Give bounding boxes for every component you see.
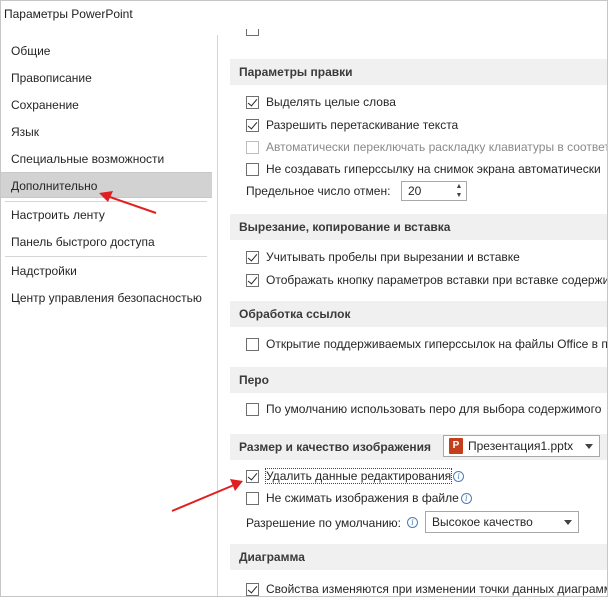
info-icon[interactable]: i (453, 470, 465, 482)
option-open-office-links[interactable]: Открытие поддерживаемых гиперссылок на ф… (246, 334, 608, 354)
section-cut-copy-paste-header: Вырезание, копирование и вставка (230, 214, 607, 240)
option-label: Учитывать пробелы при вырезании и вставк… (266, 250, 520, 264)
undo-limit-value: 20 (408, 184, 422, 198)
spinner-up-icon[interactable]: ▲ (454, 183, 464, 191)
option-select-whole-words[interactable]: Выделять целые слова (246, 92, 396, 112)
chevron-down-icon (585, 444, 593, 449)
option-show-paste-options[interactable]: Отображать кнопку параметров вставки при… (246, 270, 608, 290)
sidebar-item-proofing[interactable]: Правописание (1, 65, 212, 91)
checkbox[interactable] (246, 273, 259, 287)
sidebar-item-quick-access-toolbar[interactable]: Панель быстрого доступа (1, 229, 212, 255)
sidebar-item-advanced[interactable]: Дополнительно (1, 172, 212, 198)
undo-limit-spinner[interactable]: 20 ▲ ▼ (401, 181, 467, 201)
sidebar-item-trust-center[interactable]: Центр управления безопасностью (1, 285, 212, 311)
option-label: Открытие поддерживаемых гиперссылок на ф… (266, 337, 608, 351)
sidebar-item-general[interactable]: Общие (1, 38, 212, 64)
info-icon[interactable]: i (407, 517, 418, 528)
option-label: Автоматически переключать раскладку клав… (266, 140, 608, 154)
option-label: Разрешить перетаскивание текста (266, 118, 459, 132)
checkbox (246, 140, 259, 154)
section-link-handling-header: Обработка ссылок (230, 301, 607, 327)
option-auto-switch-keyboard: Автоматически переключать раскладку клав… (246, 137, 608, 157)
sidebar-divider (5, 256, 207, 257)
section-chart-header: Диаграмма (230, 544, 607, 570)
sidebar-item-addins[interactable]: Надстройки (1, 258, 212, 284)
window-title: Параметры PowerPoint (4, 7, 133, 21)
sidebar-item-customize-ribbon[interactable]: Настроить ленту (1, 202, 212, 228)
sidebar-item-accessibility[interactable]: Специальные возможности (1, 146, 212, 172)
option-discard-editing-data[interactable]: Удалить данные редактирования i (246, 466, 465, 486)
option-label: Не сжимать изображения в файле (266, 491, 459, 505)
option-label: По умолчанию использовать перо для выбор… (266, 402, 602, 416)
default-resolution-value: Высокое качество (432, 515, 533, 529)
checkbox[interactable] (246, 118, 259, 132)
spinner-down-icon[interactable]: ▼ (454, 192, 464, 200)
checkbox[interactable] (246, 162, 259, 176)
chevron-down-icon (564, 520, 572, 525)
option-label: Удалить данные редактирования (264, 468, 453, 484)
checkbox[interactable] (246, 250, 259, 264)
checkbox[interactable] (246, 95, 259, 109)
partial-checkbox[interactable] (246, 29, 259, 36)
option-smart-spacing[interactable]: Учитывать пробелы при вырезании и вставк… (246, 247, 520, 267)
image-file-combo[interactable]: P Презентация1.pptx (443, 435, 600, 457)
powerpoint-options-window: Параметры PowerPoint Общие Правописание … (0, 0, 608, 597)
sidebar-item-save[interactable]: Сохранение (1, 92, 212, 118)
option-chart-properties-follow-data[interactable]: Свойства изменяются при изменении точки … (246, 579, 608, 596)
title-bar: Параметры PowerPoint (1, 1, 607, 29)
section-editing-header: Параметры правки (230, 59, 607, 85)
checkbox[interactable] (246, 402, 259, 416)
info-icon[interactable]: i (460, 492, 472, 504)
pane-splitter (217, 35, 218, 596)
undo-limit-label: Предельное число отмен: (246, 184, 391, 198)
powerpoint-file-icon: P (449, 438, 463, 454)
options-content: Параметры правки Выделять целые слова Ра… (230, 29, 608, 596)
option-label: Отображать кнопку параметров вставки при… (266, 273, 608, 287)
sidebar: Общие Правописание Сохранение Язык Специ… (1, 35, 214, 596)
option-drag-drop-text[interactable]: Разрешить перетаскивание текста (246, 115, 458, 135)
option-no-screenshot-hyperlink[interactable]: Не создавать гиперссылку на снимок экран… (246, 159, 601, 179)
checkbox[interactable] (246, 469, 259, 483)
option-label: Не создавать гиперссылку на снимок экран… (266, 162, 601, 176)
option-label: Выделять целые слова (266, 95, 396, 109)
image-file-value: Презентация1.pptx (468, 439, 574, 453)
default-resolution-label: Разрешение по умолчанию: (246, 516, 401, 530)
checkbox[interactable] (246, 337, 259, 351)
default-resolution-select[interactable]: Высокое качество (425, 511, 579, 533)
sidebar-item-language[interactable]: Язык (1, 119, 212, 145)
checkbox[interactable] (246, 582, 259, 596)
section-pen-header: Перо (230, 367, 607, 393)
option-use-pen-default[interactable]: По умолчанию использовать перо для выбор… (246, 399, 601, 419)
option-label: Свойства изменяются при изменении точки … (266, 582, 608, 596)
checkbox[interactable] (246, 491, 259, 505)
option-no-compress-images[interactable]: Не сжимать изображения в файле i (246, 488, 472, 508)
